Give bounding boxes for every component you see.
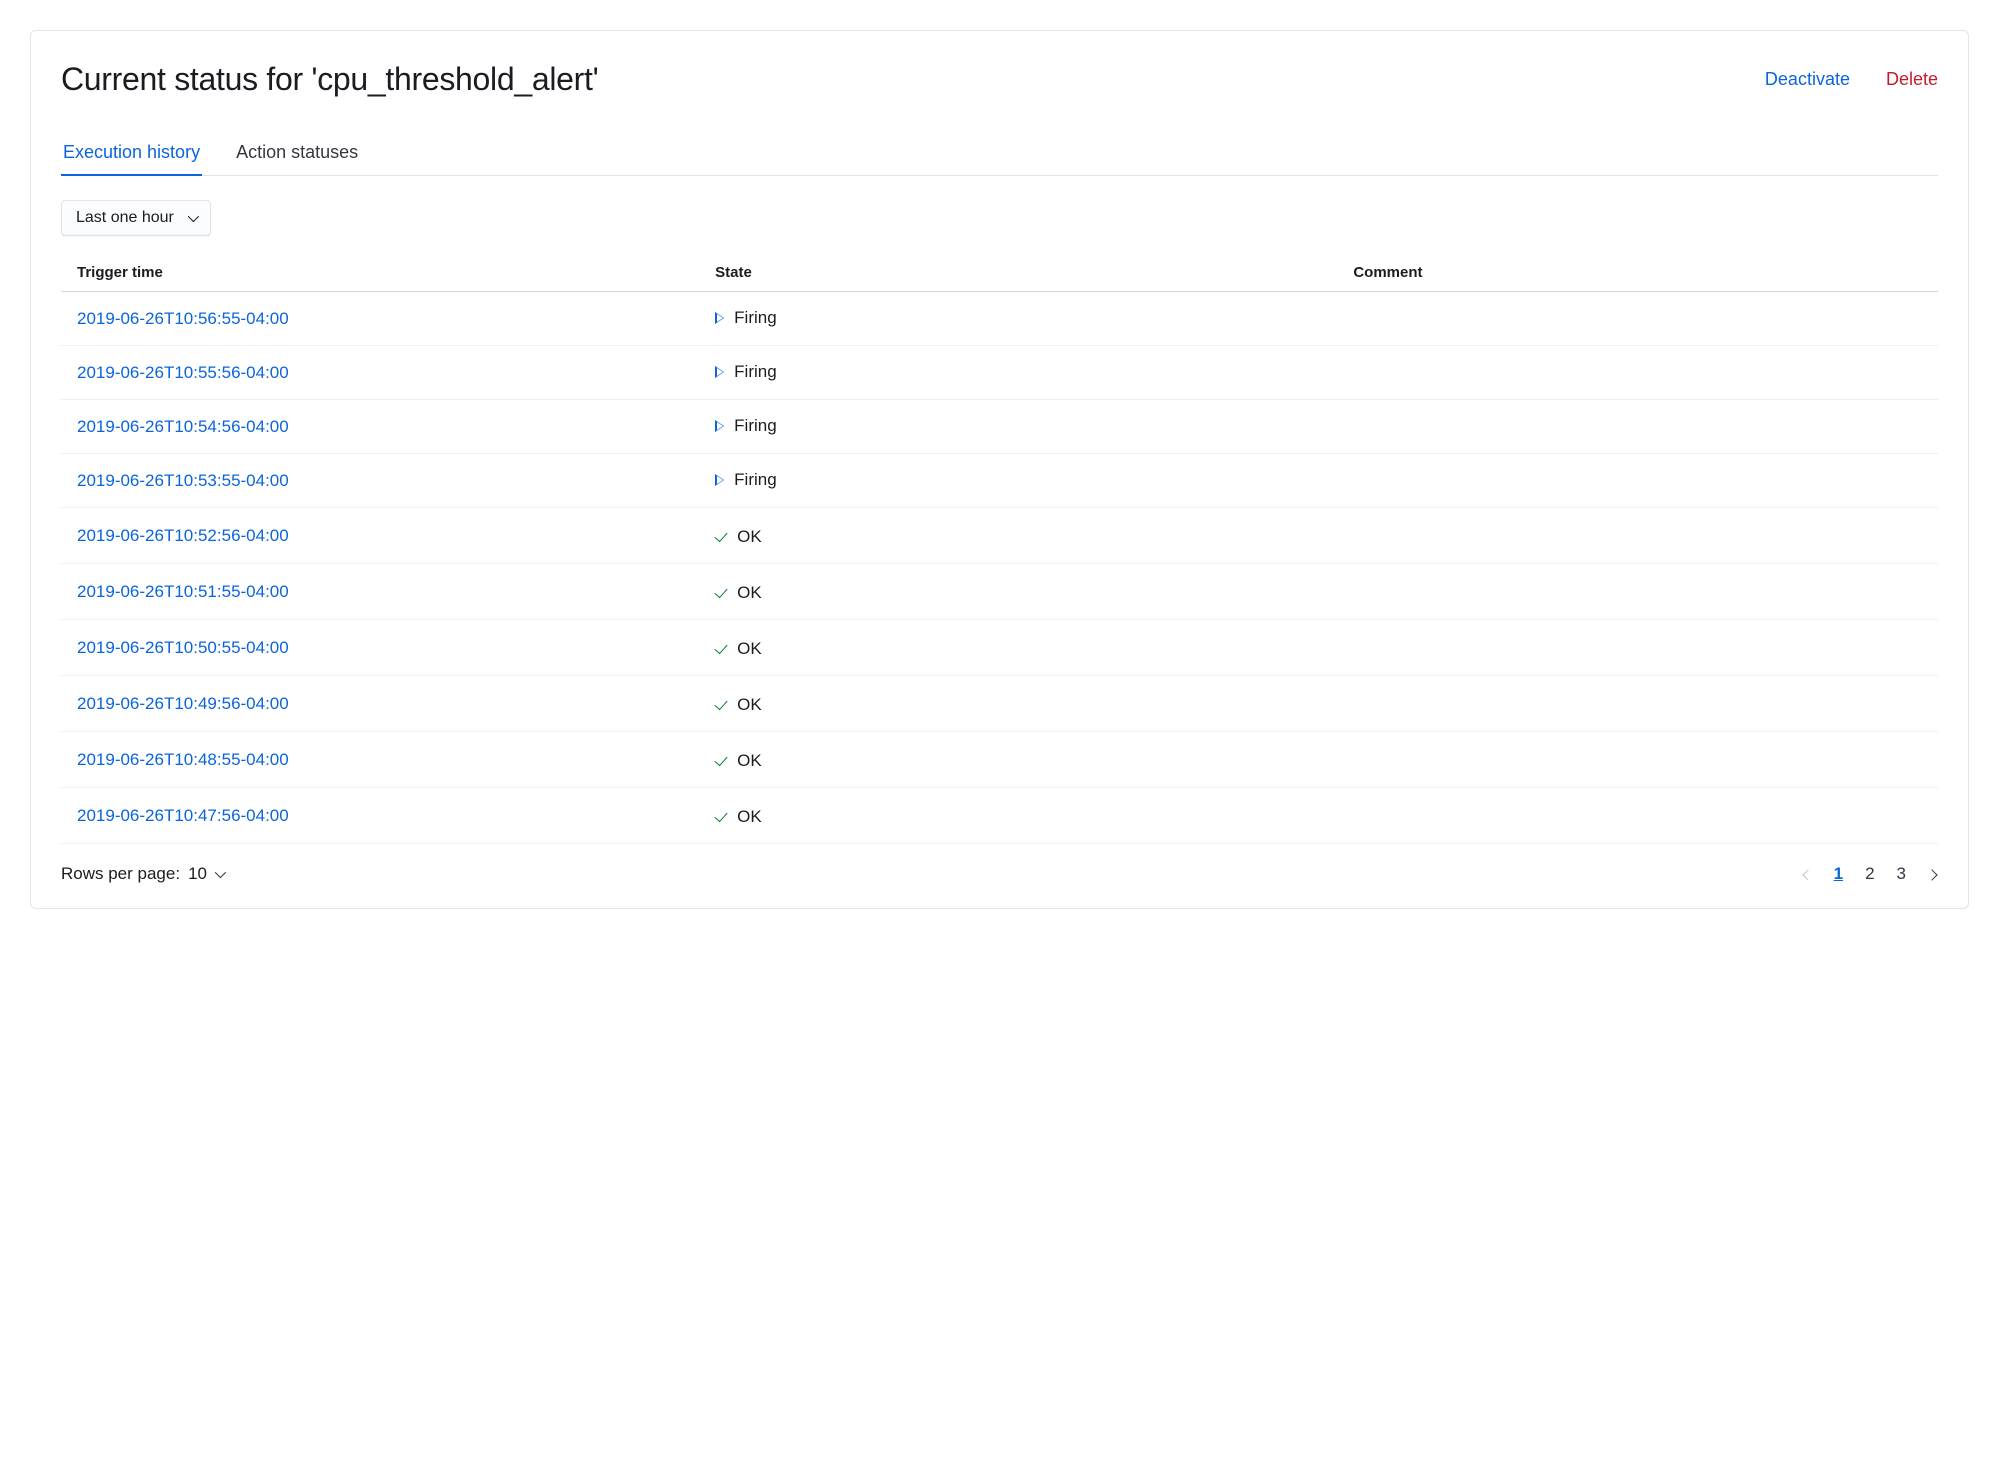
state-cell: OK	[715, 807, 762, 827]
rows-per-page-value: 10	[188, 864, 207, 884]
trigger-time-link[interactable]: 2019-06-26T10:56:55-04:00	[77, 309, 289, 328]
state-cell: OK	[715, 527, 762, 547]
state-cell: Firing	[715, 416, 777, 436]
trigger-time-link[interactable]: 2019-06-26T10:49:56-04:00	[77, 694, 289, 713]
play-icon	[715, 474, 724, 486]
state-cell: Firing	[715, 362, 777, 382]
state-text: Firing	[734, 308, 777, 328]
state-cell: Firing	[715, 470, 777, 490]
state-text: OK	[737, 527, 762, 547]
table-row: 2019-06-26T10:55:56-04:00 Firing	[61, 346, 1938, 400]
comment-cell	[1337, 788, 1938, 844]
play-icon	[715, 420, 724, 432]
check-icon	[715, 529, 728, 543]
chevron-down-icon	[188, 211, 199, 222]
header-actions: Deactivate Delete	[1765, 69, 1938, 90]
page-button-3[interactable]: 3	[1895, 864, 1908, 884]
play-icon	[715, 366, 724, 378]
state-cell: OK	[715, 583, 762, 603]
comment-cell	[1337, 732, 1938, 788]
check-icon	[715, 753, 728, 767]
trigger-time-link[interactable]: 2019-06-26T10:54:56-04:00	[77, 417, 289, 436]
chevron-left-icon	[1802, 869, 1813, 880]
check-icon	[715, 585, 728, 599]
comment-cell	[1337, 564, 1938, 620]
column-header-comment[interactable]: Comment	[1337, 254, 1938, 292]
status-panel: Current status for 'cpu_threshold_alert'…	[30, 30, 1969, 909]
comment-cell	[1337, 620, 1938, 676]
next-page-button[interactable]	[1926, 864, 1938, 884]
tab-action-statuses[interactable]: Action statuses	[234, 132, 360, 175]
state-text: OK	[737, 807, 762, 827]
page-title: Current status for 'cpu_threshold_alert'	[61, 61, 598, 98]
comment-cell	[1337, 676, 1938, 732]
state-cell: OK	[715, 695, 762, 715]
trigger-time-link[interactable]: 2019-06-26T10:52:56-04:00	[77, 526, 289, 545]
table-row: 2019-06-26T10:52:56-04:00 OK	[61, 508, 1938, 564]
state-text: Firing	[734, 470, 777, 490]
page-button-2[interactable]: 2	[1863, 864, 1876, 884]
table-row: 2019-06-26T10:54:56-04:00 Firing	[61, 400, 1938, 454]
header-row: Current status for 'cpu_threshold_alert'…	[61, 61, 1938, 98]
state-text: Firing	[734, 362, 777, 382]
table-footer: Rows per page: 10 123	[61, 864, 1938, 884]
comment-cell	[1337, 508, 1938, 564]
prev-page-button[interactable]	[1802, 864, 1814, 884]
check-icon	[715, 697, 728, 711]
state-cell: Firing	[715, 308, 777, 328]
play-icon	[715, 312, 724, 324]
trigger-time-link[interactable]: 2019-06-26T10:51:55-04:00	[77, 582, 289, 601]
trigger-time-link[interactable]: 2019-06-26T10:53:55-04:00	[77, 471, 289, 490]
trigger-time-link[interactable]: 2019-06-26T10:55:56-04:00	[77, 363, 289, 382]
tab-execution-history[interactable]: Execution history	[61, 132, 202, 175]
time-range-value: Last one hour	[76, 209, 174, 227]
table-row: 2019-06-26T10:53:55-04:00 Firing	[61, 454, 1938, 508]
execution-history-table: Trigger time State Comment 2019-06-26T10…	[61, 254, 1938, 844]
comment-cell	[1337, 400, 1938, 454]
state-text: OK	[737, 639, 762, 659]
table-row: 2019-06-26T10:51:55-04:00 OK	[61, 564, 1938, 620]
delete-button[interactable]: Delete	[1886, 69, 1938, 90]
table-row: 2019-06-26T10:47:56-04:00 OK	[61, 788, 1938, 844]
comment-cell	[1337, 292, 1938, 346]
comment-cell	[1337, 454, 1938, 508]
filter-row: Last one hour	[61, 200, 1938, 236]
tabs: Execution history Action statuses	[61, 132, 1938, 176]
deactivate-button[interactable]: Deactivate	[1765, 69, 1850, 90]
trigger-time-link[interactable]: 2019-06-26T10:50:55-04:00	[77, 638, 289, 657]
state-text: Firing	[734, 416, 777, 436]
check-icon	[715, 809, 728, 823]
table-row: 2019-06-26T10:49:56-04:00 OK	[61, 676, 1938, 732]
time-range-select[interactable]: Last one hour	[61, 200, 211, 236]
chevron-down-icon	[215, 867, 226, 878]
state-cell: OK	[715, 639, 762, 659]
rows-per-page-label: Rows per page:	[61, 864, 180, 884]
column-header-state[interactable]: State	[699, 254, 1337, 292]
trigger-time-link[interactable]: 2019-06-26T10:48:55-04:00	[77, 750, 289, 769]
table-row: 2019-06-26T10:48:55-04:00 OK	[61, 732, 1938, 788]
column-header-trigger-time[interactable]: Trigger time	[61, 254, 699, 292]
table-row: 2019-06-26T10:50:55-04:00 OK	[61, 620, 1938, 676]
rows-per-page-select[interactable]: Rows per page: 10	[61, 864, 223, 884]
table-row: 2019-06-26T10:56:55-04:00 Firing	[61, 292, 1938, 346]
state-text: OK	[737, 695, 762, 715]
state-cell: OK	[715, 751, 762, 771]
comment-cell	[1337, 346, 1938, 400]
state-text: OK	[737, 583, 762, 603]
chevron-right-icon	[1926, 869, 1937, 880]
trigger-time-link[interactable]: 2019-06-26T10:47:56-04:00	[77, 806, 289, 825]
check-icon	[715, 641, 728, 655]
page-button-1[interactable]: 1	[1832, 864, 1845, 884]
state-text: OK	[737, 751, 762, 771]
pagination: 123	[1802, 864, 1938, 884]
